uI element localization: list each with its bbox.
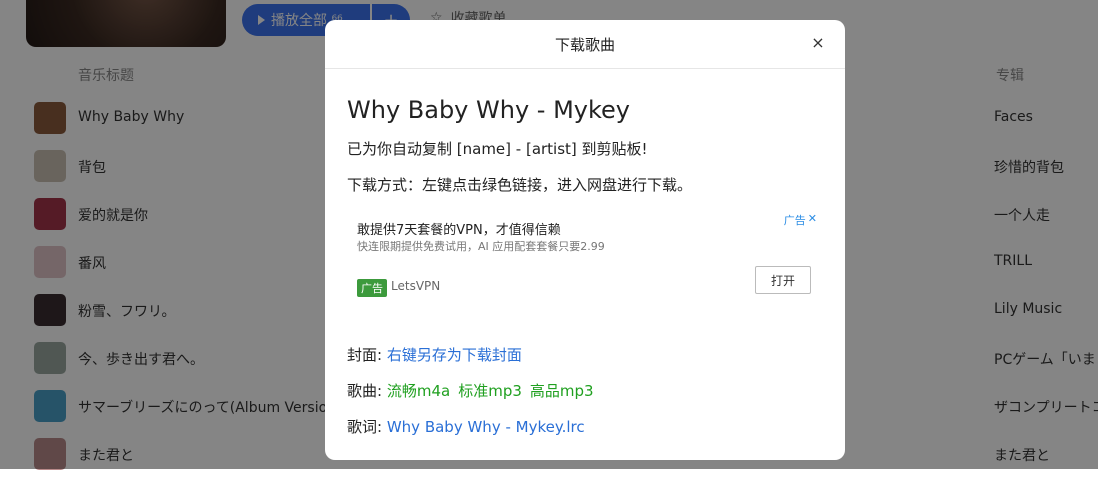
download-dialog: 下载歌曲 × Why Baby Why - Mykey 已为你自动复制 [nam…: [325, 20, 845, 460]
copy-notice: 已为你自动复制 [name] - [artist] 到剪贴板!: [347, 140, 648, 158]
ad-close-icon[interactable]: ✕: [808, 212, 817, 228]
lyrics-download-link[interactable]: Why Baby Why - Mykey.lrc: [387, 418, 585, 436]
dialog-body: Why Baby Why - Mykey 已为你自动复制 [name] - [a…: [325, 95, 845, 439]
ad-title[interactable]: 敢提供7天套餐的VPN，才值得信赖: [357, 219, 561, 238]
song-link-m4a[interactable]: 流畅m4a: [387, 382, 450, 400]
ad-mark-label: 广告: [783, 214, 806, 227]
dialog-title: 下载歌曲: [554, 35, 615, 54]
ad-brand: LetsVPN: [391, 279, 441, 293]
song-label: 歌曲:: [347, 382, 383, 400]
song-link-mp3-standard[interactable]: 标准mp3: [458, 382, 522, 400]
download-hint: 下载方式：左键点击绿色链接，进入网盘进行下载。: [347, 176, 693, 194]
close-icon[interactable]: ×: [809, 34, 827, 52]
cover-row: 封面: 右键另存为下载封面: [347, 343, 823, 367]
dialog-header: 下载歌曲 ×: [325, 20, 845, 69]
song-heading: Why Baby Why - Mykey: [347, 96, 630, 124]
song-row: 歌曲: 流畅m4a 标准mp3 高品mp3: [347, 379, 823, 403]
cover-download-link[interactable]: 右键另存为下载封面: [387, 346, 522, 364]
song-link-mp3-high[interactable]: 高品mp3: [530, 382, 594, 400]
lyrics-label: 歌词:: [347, 418, 383, 436]
ad-banner[interactable]: 敢提供7天套餐的VPN，才值得信赖 快连限期提供免费试用，AI 应用配套套餐只要…: [347, 211, 821, 321]
ad-mark[interactable]: 广告 ✕: [784, 212, 817, 228]
lyrics-row: 歌词: Why Baby Why - Mykey.lrc: [347, 415, 823, 439]
ad-tag-badge: 广告: [357, 279, 387, 297]
ad-open-button[interactable]: 打开: [755, 266, 811, 294]
cover-label: 封面:: [347, 346, 383, 364]
ad-subtitle[interactable]: 快连限期提供免费试用，AI 应用配套套餐只要2.99: [357, 238, 605, 254]
